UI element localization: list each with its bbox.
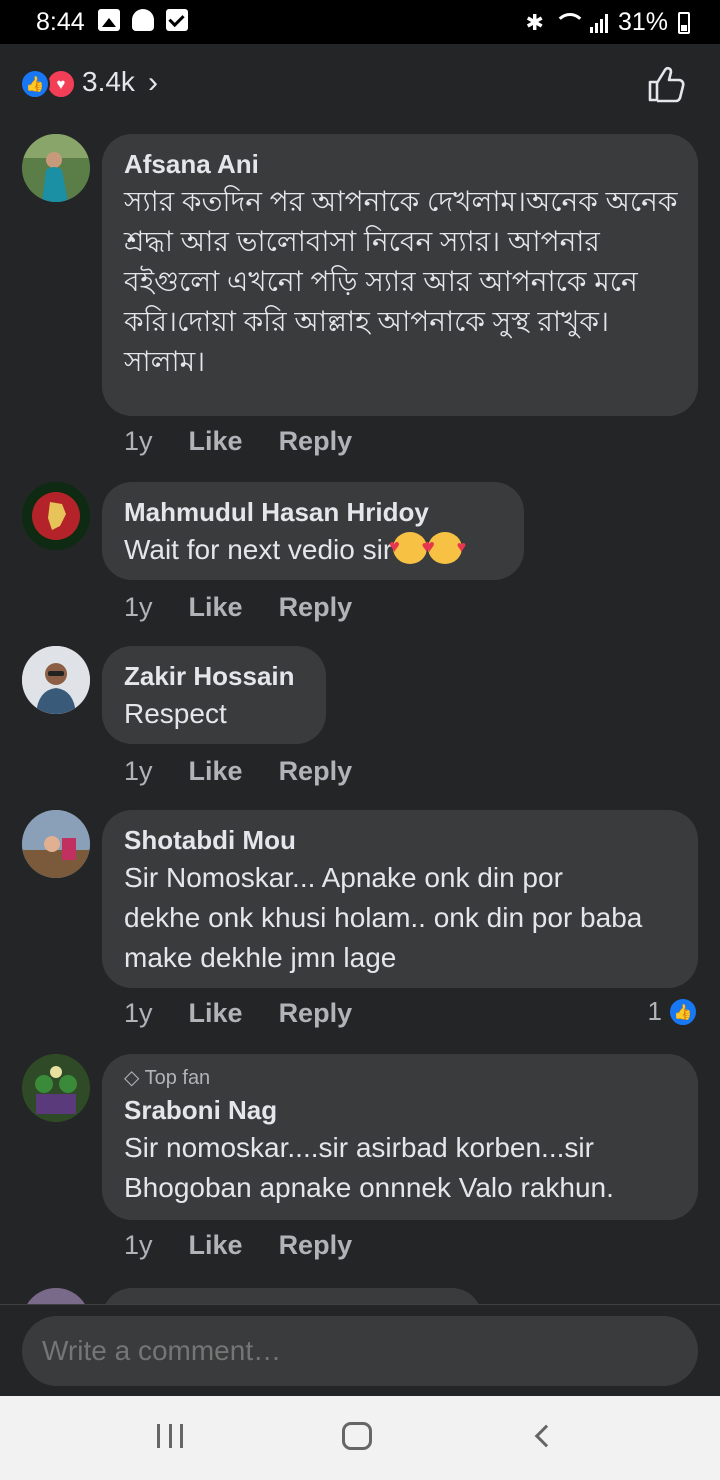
comment-like-count[interactable]: 1 👍 [648, 996, 698, 1027]
like-link[interactable]: Like [189, 756, 243, 787]
reply-link[interactable]: Reply [279, 1230, 353, 1261]
like-count-number: 1 [647, 996, 662, 1026]
comment-text: Wait for next vedio sir [124, 534, 393, 565]
commenter-name[interactable]: Mahmudul Hasan Hridoy [124, 494, 502, 530]
badge-label: Top fan [144, 1067, 211, 1089]
avatar[interactable] [22, 810, 90, 878]
smiling-face-with-hearts-icon [424, 526, 466, 568]
comment-text: Sir Nomoskar... Apnake onk din por dekhe… [124, 862, 643, 973]
comment-text: Respect [124, 698, 227, 729]
reaction-count[interactable]: 3.4k [82, 66, 135, 98]
back-icon[interactable] [534, 1424, 558, 1448]
comment-age[interactable]: 1y [124, 426, 153, 457]
system-icons: ✱ 31% [526, 8, 690, 37]
comment-text: স্যার কতদিন পর আপনাকে দেখলাম।অনেক অনেক শ… [124, 186, 678, 377]
comment-bubble: Afsana Ani স্যার কতদিন পর আপনাকে দেখলাম।… [102, 134, 698, 416]
comment-actions: 1y Like Reply [124, 998, 352, 1029]
commenter-name[interactable]: Zakir Hossain [124, 658, 304, 694]
bluetooth-icon: ✱ [525, 9, 544, 35]
reply-link[interactable]: Reply [279, 998, 353, 1029]
comment-bubble: ◇ Top fan Sraboni Nag Sir nomoskar....si… [102, 1054, 698, 1220]
avatar[interactable] [22, 482, 90, 550]
like-link[interactable]: Like [189, 426, 243, 457]
comment-bubble: Shotabdi Mou Sir Nomoskar... Apnake onk … [102, 810, 698, 988]
commenter-name[interactable]: Sraboni Nag [124, 1092, 676, 1128]
battery-percent: 31% [617, 8, 668, 36]
comment-actions: 1y Like Reply [124, 592, 352, 623]
like-reaction-icon: 👍 [20, 69, 50, 99]
comment-age[interactable]: 1y [124, 756, 153, 787]
comment-actions: 1y Like Reply [124, 426, 352, 457]
like-link[interactable]: Like [189, 998, 243, 1029]
battery-icon [678, 11, 690, 34]
like-link[interactable]: Like [189, 1230, 243, 1261]
commenter-name[interactable]: Afsana Ani [124, 146, 676, 182]
next-comment-partial [0, 1288, 720, 1304]
comment-bubble: Mahmudul Hasan Hridoy Wait for next vedi… [102, 482, 524, 580]
comment-text-row: Wait for next vedio sir [124, 526, 502, 570]
like-reaction-icon: 👍 [668, 996, 698, 1027]
comment-input[interactable] [22, 1316, 698, 1386]
comment-bubble: Zakir Hossain Respect [102, 646, 326, 744]
avatar[interactable] [22, 134, 90, 202]
comment-age[interactable]: 1y [124, 998, 153, 1029]
reply-link[interactable]: Reply [279, 756, 353, 787]
navigation-bar [0, 1396, 720, 1480]
signal-icon [589, 13, 608, 33]
recents-icon[interactable] [157, 1424, 183, 1448]
snapchat-icon [132, 9, 154, 31]
love-reaction-icon: ♥ [46, 69, 76, 99]
reply-link[interactable]: Reply [279, 426, 353, 457]
reaction-summary[interactable]: 👍 ♥ [20, 69, 78, 99]
chevron-right-icon[interactable]: › [148, 66, 158, 100]
avatar[interactable] [22, 646, 90, 714]
reactions-bar: 👍 ♥ 3.4k › [0, 44, 720, 124]
home-icon[interactable] [342, 1422, 372, 1450]
like-button[interactable] [646, 64, 686, 104]
avatar[interactable] [22, 1288, 90, 1304]
top-fan-badge: ◇ Top fan [124, 1066, 676, 1090]
comment-text: Sir nomoskar....sir asirbad korben...sir… [124, 1132, 614, 1203]
status-bar: 8:44 ✱ 31% [0, 0, 720, 44]
reply-link[interactable]: Reply [279, 592, 353, 623]
smiling-face-with-hearts-icon [389, 526, 431, 568]
diamond-icon: ◇ [124, 1067, 145, 1089]
status-time: 8:44 [36, 8, 85, 36]
commenter-name[interactable]: Shotabdi Mou [124, 822, 676, 858]
comment-age[interactable]: 1y [124, 1230, 153, 1261]
comment-age[interactable]: 1y [124, 592, 153, 623]
wifi-icon [553, 12, 586, 33]
gallery-icon [98, 9, 120, 31]
check-icon [166, 9, 188, 31]
like-link[interactable]: Like [189, 592, 243, 623]
comment-bubble [102, 1288, 482, 1304]
avatar[interactable] [22, 1054, 90, 1122]
comment-actions: 1y Like Reply [124, 756, 352, 787]
notification-icons [98, 9, 188, 31]
comment-composer [0, 1304, 720, 1396]
comment-actions: 1y Like Reply [124, 1230, 352, 1261]
